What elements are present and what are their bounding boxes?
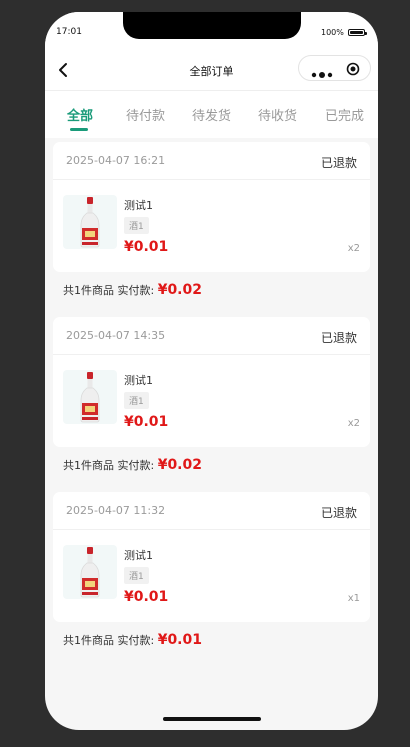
liquor-bottle-icon xyxy=(80,372,100,423)
summary-label: 共1件商品 实付款: xyxy=(63,634,155,647)
product-tag: 酒1 xyxy=(124,217,149,234)
product-image[interactable] xyxy=(63,195,117,249)
order-summary: 共1件商品 实付款: ¥0.02 xyxy=(63,457,202,473)
divider xyxy=(53,529,370,530)
product-image[interactable] xyxy=(63,545,117,599)
order-date: 2025-04-07 16:21 xyxy=(66,154,166,167)
liquor-bottle-icon xyxy=(80,197,100,248)
order-list: 2025-04-07 16:21 已退款 测试1 酒1 ¥0.01 x2 共1件… xyxy=(45,142,378,667)
liquor-bottle-icon xyxy=(80,547,100,598)
order-date: 2025-04-07 14:35 xyxy=(66,329,166,342)
order-summary: 共1件商品 实付款: ¥0.01 xyxy=(63,632,202,648)
camera-notch xyxy=(123,12,301,39)
battery-icon xyxy=(348,29,367,36)
product-price: ¥0.01 xyxy=(124,239,169,255)
more-dots-icon[interactable] xyxy=(311,64,333,78)
summary-label: 共1件商品 实付款: xyxy=(63,459,155,472)
product-tag: 酒1 xyxy=(124,567,149,584)
order-status: 已退款 xyxy=(320,156,357,170)
tab-all[interactable]: 全部 xyxy=(67,105,93,124)
tab-pending-payment[interactable]: 待付款 xyxy=(126,105,165,124)
battery-percentage: 100% xyxy=(321,28,344,37)
product-quantity: x2 xyxy=(347,243,360,254)
summary-label: 共1件商品 实付款: xyxy=(63,284,155,297)
status-time: 17:01 xyxy=(56,27,82,37)
order-status: 已退款 xyxy=(320,506,357,520)
product-name: 测试1 xyxy=(124,374,153,387)
phone-screen: 17:01 100% 全部订单 全部 待付款 待发货 待收货 已完成 2025-… xyxy=(45,12,378,730)
home-indicator[interactable] xyxy=(163,717,261,721)
active-tab-indicator xyxy=(70,128,88,131)
product-tag: 酒1 xyxy=(124,392,149,409)
order-status-tabs: 全部 待付款 待发货 待收货 已完成 xyxy=(45,90,378,138)
order-item: 2025-04-07 11:32 已退款 测试1 酒1 ¥0.01 x1 共1件… xyxy=(45,492,378,667)
mini-program-capsule xyxy=(298,55,371,81)
divider xyxy=(53,354,370,355)
tab-pending-receipt[interactable]: 待收货 xyxy=(258,105,297,124)
navigation-bar: 全部订单 xyxy=(45,52,378,90)
paid-amount: ¥0.02 xyxy=(157,282,202,298)
order-card[interactable]: 2025-04-07 11:32 已退款 测试1 酒1 ¥0.01 x1 xyxy=(53,492,370,622)
tab-completed[interactable]: 已完成 xyxy=(325,105,364,124)
order-item: 2025-04-07 16:21 已退款 测试1 酒1 ¥0.01 x2 共1件… xyxy=(45,142,378,317)
product-price: ¥0.01 xyxy=(124,414,169,430)
product-image[interactable] xyxy=(63,370,117,424)
product-name: 测试1 xyxy=(124,549,153,562)
order-card[interactable]: 2025-04-07 16:21 已退款 测试1 酒1 ¥0.01 x2 xyxy=(53,142,370,272)
divider xyxy=(53,179,370,180)
product-name: 测试1 xyxy=(124,199,153,212)
order-summary: 共1件商品 实付款: ¥0.02 xyxy=(63,282,202,298)
order-card[interactable]: 2025-04-07 14:35 已退款 测试1 酒1 ¥0.01 x2 xyxy=(53,317,370,447)
product-quantity: x2 xyxy=(347,418,360,429)
tab-pending-shipment[interactable]: 待发货 xyxy=(192,105,231,124)
product-price: ¥0.01 xyxy=(124,589,169,605)
product-quantity: x1 xyxy=(347,593,360,604)
order-item: 2025-04-07 14:35 已退款 测试1 酒1 ¥0.01 x2 共1件… xyxy=(45,317,378,492)
order-status: 已退款 xyxy=(320,331,357,345)
paid-amount: ¥0.01 xyxy=(157,632,202,648)
target-icon[interactable] xyxy=(346,61,360,76)
order-date: 2025-04-07 11:32 xyxy=(66,504,166,517)
paid-amount: ¥0.02 xyxy=(157,457,202,473)
